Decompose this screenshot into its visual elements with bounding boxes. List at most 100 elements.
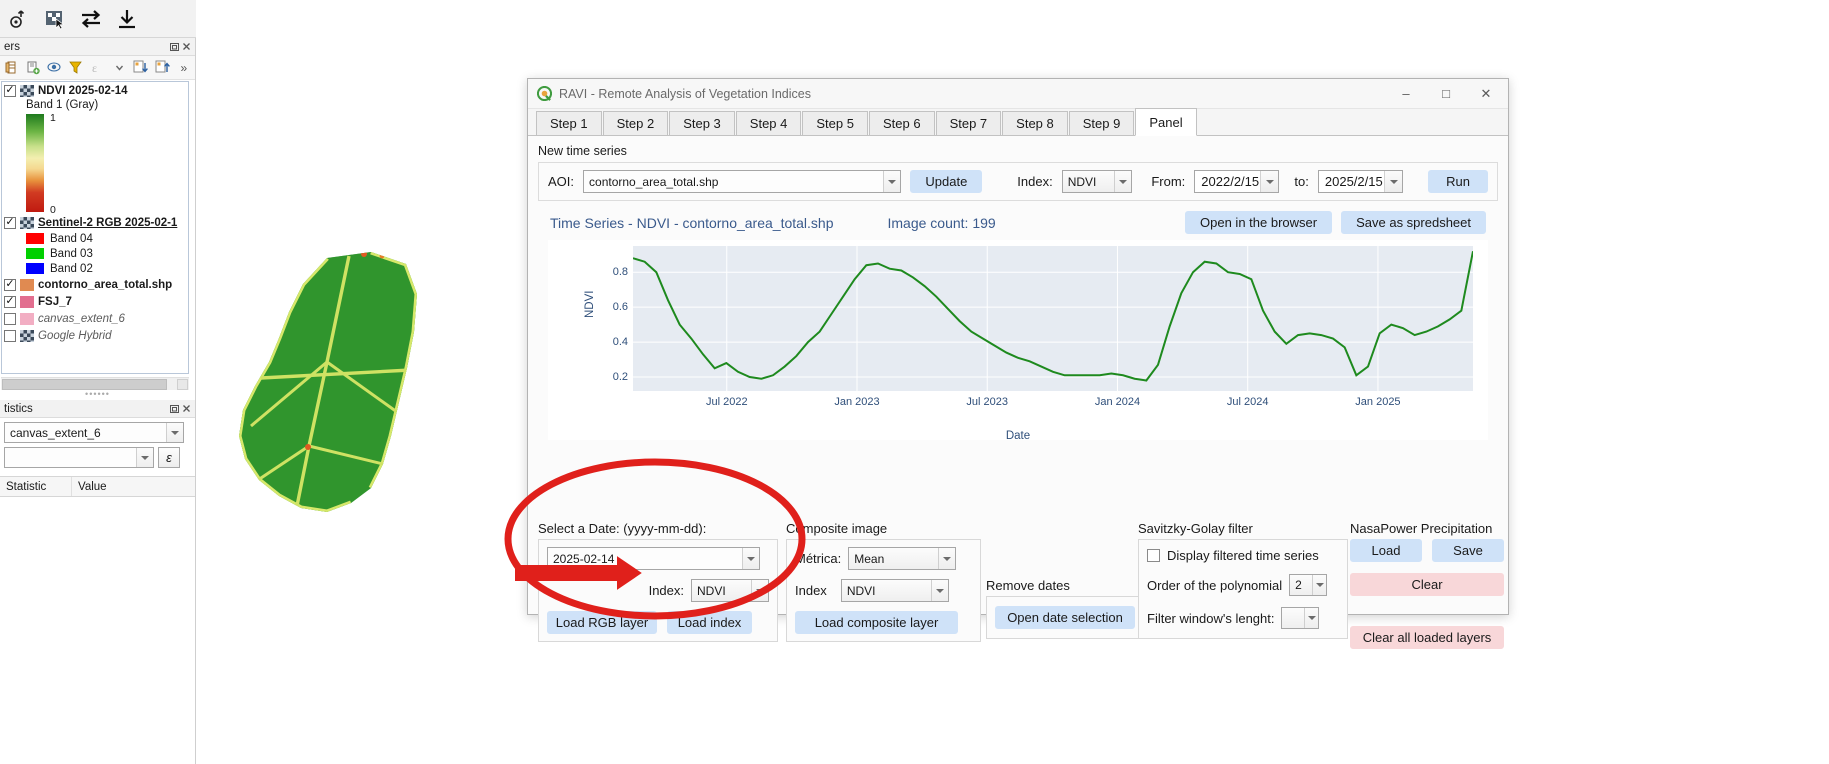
panel-splitter-handle[interactable]: •••••• xyxy=(0,389,195,399)
layer-item-fsj7[interactable]: FSJ_7 xyxy=(2,293,188,310)
tab-step-4[interactable]: Step 4 xyxy=(736,111,802,135)
chevron-down-icon[interactable] xyxy=(166,423,183,442)
tab-step-9[interactable]: Step 9 xyxy=(1069,111,1135,135)
statistics-layer-combo[interactable]: canvas_extent_6 xyxy=(4,422,184,443)
close-button[interactable]: ✕ xyxy=(1466,80,1506,108)
ravi-tabstrip: Step 1 Step 2 Step 3 Step 4 Step 5 Step … xyxy=(528,109,1508,136)
nasapower-group: NasaPower Precipitation Load Save Clear … xyxy=(1350,521,1512,649)
chart-y-axis-label: NDVI xyxy=(584,291,596,318)
chevron-down-icon[interactable] xyxy=(136,448,153,467)
update-button[interactable]: Update xyxy=(910,170,982,193)
layer-item-canvas-extent[interactable]: canvas_extent_6 xyxy=(2,310,188,327)
polynomial-order-label: Order of the polynomial xyxy=(1147,578,1282,593)
chevron-down-icon[interactable] xyxy=(742,548,759,569)
chevron-down-icon[interactable] xyxy=(111,59,128,76)
layer-item-sentinel2[interactable]: Sentinel-2 RGB 2025-02-1 xyxy=(2,214,188,231)
collapse-all-icon[interactable] xyxy=(154,59,171,76)
save-as-spreadsheet-button[interactable]: Save as spredsheet xyxy=(1341,211,1486,234)
chevron-down-icon[interactable] xyxy=(1260,171,1278,192)
tab-step-3[interactable]: Step 3 xyxy=(669,111,735,135)
more-icon[interactable]: » xyxy=(176,59,193,76)
composite-metric-combo[interactable]: Mean xyxy=(848,547,956,570)
composite-metric-label: Métrica: xyxy=(795,551,841,566)
clear-all-loaded-layers-button[interactable]: Clear all loaded layers xyxy=(1350,626,1504,649)
tab-step-5[interactable]: Step 5 xyxy=(802,111,868,135)
layer-item-google-hybrid[interactable]: Google Hybrid xyxy=(2,327,188,344)
tab-step-1[interactable]: Step 1 xyxy=(536,111,602,135)
ramp-max-label: 1 xyxy=(50,112,56,124)
swap-layers-icon[interactable] xyxy=(78,6,104,32)
add-group-icon[interactable] xyxy=(25,59,42,76)
chevron-down-icon[interactable] xyxy=(1304,608,1318,628)
layer-visibility-checkbox[interactable] xyxy=(4,85,16,97)
remove-dates-group: Remove dates Open date selection xyxy=(986,578,1146,639)
close-icon[interactable] xyxy=(180,403,192,415)
statistics-table-header: Statistic Value xyxy=(0,477,195,497)
chevron-down-icon[interactable] xyxy=(931,580,948,601)
tab-panel[interactable]: Panel xyxy=(1135,108,1196,136)
statistics-band-combo[interactable] xyxy=(4,447,154,468)
band-label: Band 04 xyxy=(50,233,93,245)
run-button[interactable]: Run xyxy=(1428,170,1488,193)
chart-y-tick: 0.6 xyxy=(613,301,628,313)
to-date-input[interactable]: 2025/2/15 xyxy=(1318,170,1403,193)
statistics-layer-row: canvas_extent_6 xyxy=(0,418,195,443)
load-index-button[interactable]: Load index xyxy=(667,611,752,634)
maximize-button[interactable]: □ xyxy=(1426,80,1466,108)
select-features-icon[interactable] xyxy=(42,6,68,32)
layer-visibility-checkbox[interactable] xyxy=(4,313,16,325)
time-series-chart[interactable]: NDVI 0.20.40.60.8Jul 2022Jan 2023Jul 202… xyxy=(548,240,1488,440)
select-date-combo[interactable]: 2025-02-14 xyxy=(547,547,760,570)
nasapower-load-button[interactable]: Load xyxy=(1350,539,1422,562)
chevron-down-icon[interactable] xyxy=(751,580,768,601)
undock-icon[interactable] xyxy=(168,41,180,53)
undock-icon[interactable] xyxy=(168,403,180,415)
tab-step-8[interactable]: Step 8 xyxy=(1002,111,1068,135)
layer-visibility-checkbox[interactable] xyxy=(4,330,16,342)
minimize-button[interactable]: – xyxy=(1386,80,1426,108)
aoi-combo[interactable]: contorno_area_total.shp xyxy=(583,170,901,193)
composite-metric-value: Mean xyxy=(854,552,884,566)
filter-legend-icon[interactable] xyxy=(68,59,85,76)
nasapower-clear-button[interactable]: Clear xyxy=(1350,573,1504,596)
display-filtered-checkbox[interactable] xyxy=(1147,549,1160,562)
composite-index-combo[interactable]: NDVI xyxy=(841,579,949,602)
tab-step-6[interactable]: Step 6 xyxy=(869,111,935,135)
close-icon[interactable] xyxy=(180,41,192,53)
layer-item-contorno[interactable]: contorno_area_total.shp xyxy=(2,276,188,293)
expression-filter-icon[interactable]: ε xyxy=(89,59,106,76)
open-attribute-table-icon[interactable] xyxy=(3,59,20,76)
layer-visibility-checkbox[interactable] xyxy=(4,217,16,229)
open-date-selection-button[interactable]: Open date selection xyxy=(995,606,1135,629)
open-in-browser-button[interactable]: Open in the browser xyxy=(1185,211,1332,234)
layer-visibility-checkbox[interactable] xyxy=(4,279,16,291)
new-time-series-label: New time series xyxy=(538,144,1498,158)
filter-window-combo[interactable] xyxy=(1281,607,1319,629)
polynomial-order-combo[interactable]: 2 xyxy=(1289,574,1327,596)
composite-title: Composite image xyxy=(786,521,981,536)
manage-visibility-icon[interactable] xyxy=(46,59,63,76)
tab-step-7[interactable]: Step 7 xyxy=(936,111,1002,135)
layer-visibility-checkbox[interactable] xyxy=(4,296,16,308)
identify-results-icon[interactable] xyxy=(6,6,32,32)
index-combo[interactable]: NDVI xyxy=(1062,170,1133,193)
nasapower-save-button[interactable]: Save xyxy=(1432,539,1504,562)
layers-panel-title: ers xyxy=(3,41,168,53)
chevron-down-icon[interactable] xyxy=(938,548,955,569)
chevron-down-icon[interactable] xyxy=(1312,575,1326,595)
expand-all-icon[interactable] xyxy=(132,59,149,76)
select-date-index-combo[interactable]: NDVI xyxy=(691,579,769,602)
from-date-input[interactable]: 2022/2/15 xyxy=(1194,170,1279,193)
expression-button[interactable]: ε xyxy=(158,447,180,468)
tab-step-2[interactable]: Step 2 xyxy=(603,111,669,135)
layers-tree[interactable]: NDVI 2025-02-14 Band 1 (Gray) 1 0 Sentin… xyxy=(1,81,189,374)
load-composite-layer-button[interactable]: Load composite layer xyxy=(795,611,958,634)
chevron-down-icon[interactable] xyxy=(1384,171,1402,192)
chevron-down-icon[interactable] xyxy=(883,171,900,192)
chevron-down-icon[interactable] xyxy=(1114,171,1131,192)
from-label: From: xyxy=(1151,174,1185,189)
download-icon[interactable] xyxy=(114,6,140,32)
load-rgb-layer-button[interactable]: Load RGB layer xyxy=(547,611,657,634)
ravi-titlebar[interactable]: RAVI - Remote Analysis of Vegetation Ind… xyxy=(528,79,1508,109)
layer-item-ndvi[interactable]: NDVI 2025-02-14 xyxy=(2,82,188,99)
